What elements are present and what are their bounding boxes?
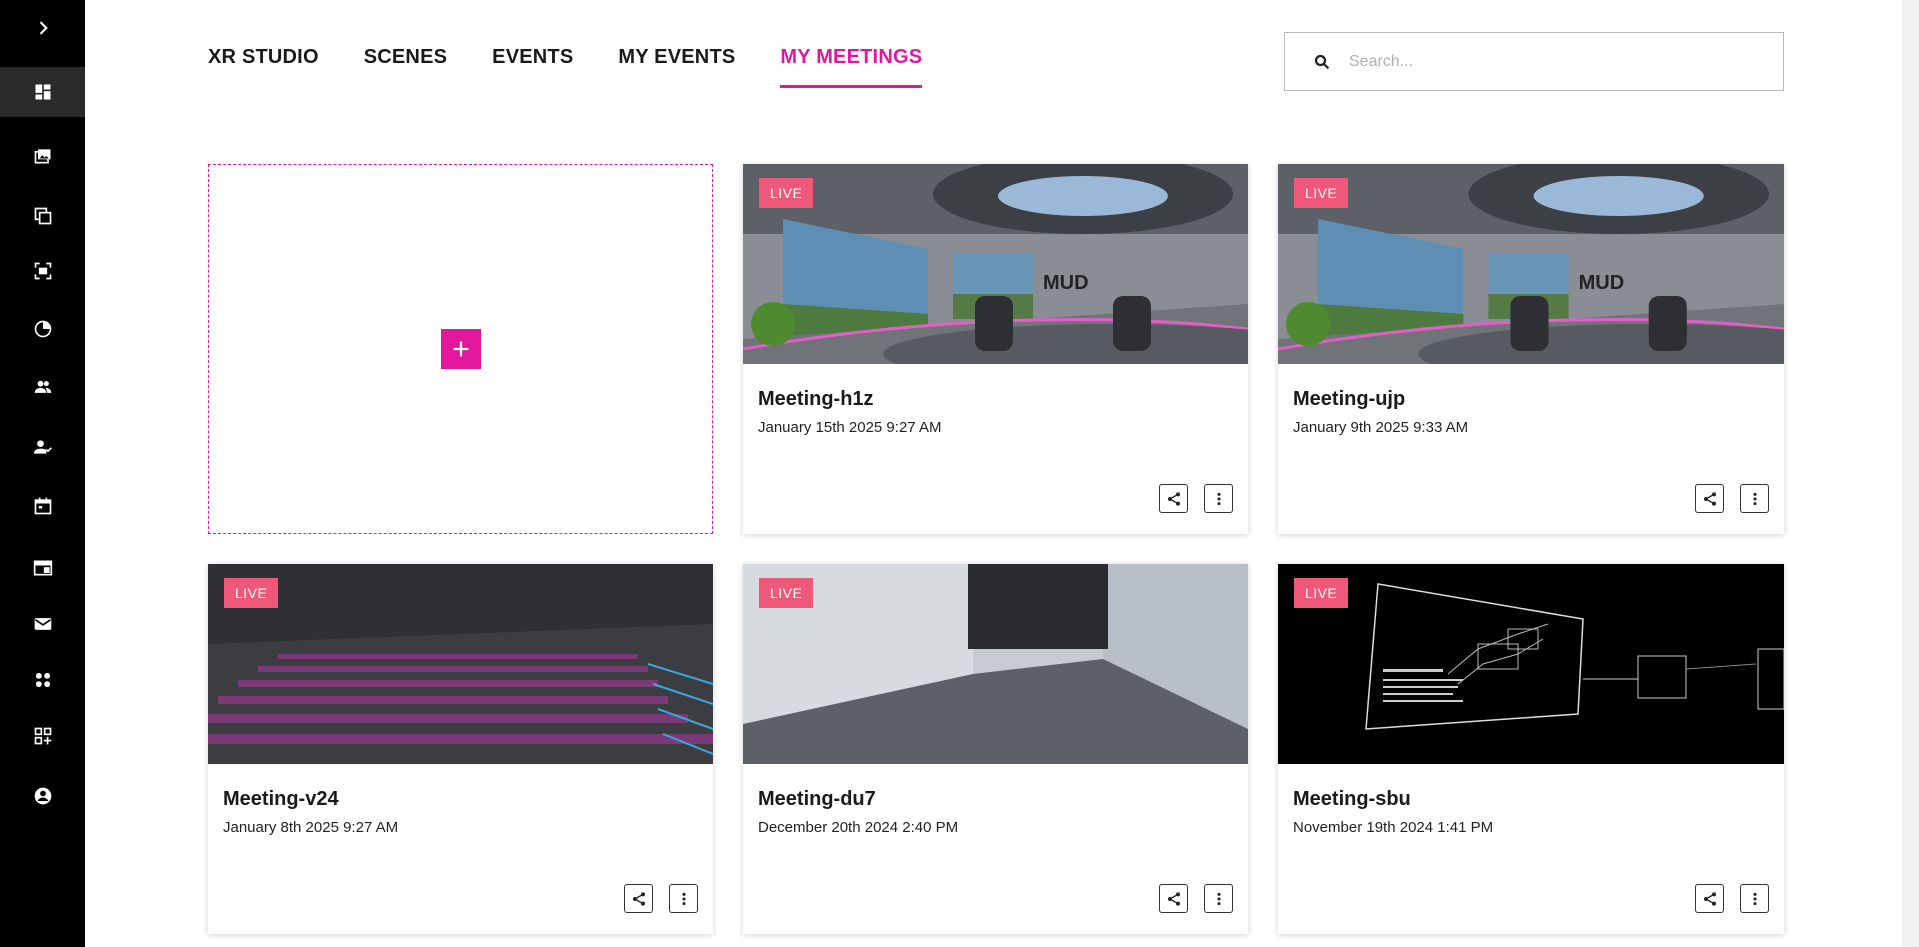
- more-vertical-icon: [1216, 892, 1221, 905]
- live-badge: LIVE: [759, 178, 814, 208]
- more-vertical-icon: [1216, 492, 1221, 505]
- more-vertical-icon: [681, 892, 686, 905]
- more-options-button[interactable]: [1204, 884, 1233, 913]
- svg-text:MUD: MUD: [1579, 272, 1625, 294]
- mail-icon[interactable]: [0, 599, 85, 649]
- apps-icon[interactable]: [0, 655, 85, 705]
- scrollbar[interactable]: [1902, 0, 1919, 947]
- share-icon: [1703, 891, 1716, 906]
- more-options-button[interactable]: [669, 884, 698, 913]
- more-options-button[interactable]: [1204, 484, 1233, 513]
- card-actions: [624, 884, 698, 913]
- share-button[interactable]: [1695, 484, 1724, 513]
- share-button[interactable]: [1159, 484, 1188, 513]
- meeting-date: January 15th 2025 9:27 AM: [758, 419, 942, 436]
- meetings-grid: MUD LIVE Meeting-h1z January 15th 2025 9…: [208, 164, 1784, 934]
- svg-text:MUD: MUD: [1043, 272, 1089, 294]
- share-button[interactable]: [1159, 884, 1188, 913]
- meeting-title: Meeting-h1z: [758, 388, 874, 410]
- pie-chart-icon[interactable]: [0, 304, 85, 354]
- tab-my-events[interactable]: MY EVENTS: [618, 46, 735, 88]
- card-actions: [1695, 484, 1769, 513]
- live-badge: LIVE: [1294, 178, 1349, 208]
- tab-my-meetings[interactable]: MY MEETINGS: [780, 46, 923, 88]
- dashboard-icon[interactable]: [0, 67, 85, 117]
- meeting-thumbnail: MUD LIVE: [1278, 164, 1784, 364]
- more-vertical-icon: [1752, 492, 1757, 505]
- more-options-button[interactable]: [1740, 884, 1769, 913]
- add-meeting-card[interactable]: [208, 164, 713, 534]
- calendar-icon[interactable]: [0, 481, 85, 531]
- meeting-title: Meeting-du7: [758, 788, 876, 810]
- search-input[interactable]: [1349, 52, 1769, 71]
- add-meeting-button[interactable]: [440, 329, 481, 369]
- people-icon[interactable]: [0, 362, 85, 412]
- share-icon: [1167, 891, 1180, 906]
- account-icon[interactable]: [0, 771, 85, 821]
- sidebar: [0, 0, 85, 947]
- meeting-title: Meeting-sbu: [1293, 788, 1411, 810]
- share-icon: [1167, 491, 1180, 506]
- meeting-thumbnail: MUD LIVE: [743, 164, 1248, 364]
- meeting-title: Meeting-ujp: [1293, 388, 1406, 410]
- share-icon: [632, 891, 645, 906]
- search-box: [1284, 32, 1784, 91]
- meeting-date: November 19th 2024 1:41 PM: [1293, 819, 1494, 836]
- meeting-date: December 20th 2024 2:40 PM: [758, 819, 959, 836]
- meeting-date: January 9th 2025 9:33 AM: [1293, 419, 1469, 436]
- meeting-card[interactable]: MUD LIVE Meeting-ujp January 9th 2025 9:…: [1278, 164, 1784, 534]
- meeting-date: January 8th 2025 9:27 AM: [223, 819, 399, 836]
- meeting-card[interactable]: LIVE Meeting-du7 December 20th 2024 2:40…: [743, 564, 1248, 934]
- meeting-title: Meeting-v24: [223, 788, 339, 810]
- live-badge: LIVE: [759, 578, 814, 608]
- copy-icon[interactable]: [0, 191, 85, 241]
- gallery-icon[interactable]: [0, 131, 85, 181]
- meeting-card[interactable]: MUD LIVE Meeting-h1z January 15th 2025 9…: [743, 164, 1248, 534]
- plus-icon: [453, 341, 468, 357]
- tab-scenes[interactable]: SCENES: [364, 46, 447, 88]
- layout-icon[interactable]: [0, 543, 85, 593]
- share-button[interactable]: [1695, 884, 1724, 913]
- live-badge: LIVE: [1294, 578, 1349, 608]
- more-vertical-icon: [1752, 892, 1757, 905]
- meeting-thumbnail: LIVE: [208, 564, 713, 764]
- share-icon: [1703, 491, 1716, 506]
- share-button[interactable]: [624, 884, 653, 913]
- meeting-thumbnail: LIVE: [743, 564, 1248, 764]
- tab-xr-studio[interactable]: XR STUDIO: [208, 46, 319, 88]
- chevron-right-icon[interactable]: [0, 3, 85, 53]
- card-actions: [1159, 884, 1233, 913]
- more-options-button[interactable]: [1740, 484, 1769, 513]
- add-grid-icon[interactable]: [0, 711, 85, 761]
- meeting-card[interactable]: LIVE Meeting-sbu November 19th 2024 1:41…: [1278, 564, 1784, 934]
- card-actions: [1695, 884, 1769, 913]
- live-badge: LIVE: [224, 578, 279, 608]
- meeting-card[interactable]: LIVE Meeting-v24 January 8th 2025 9:27 A…: [208, 564, 713, 934]
- scan-icon[interactable]: [0, 246, 85, 296]
- tab-events[interactable]: EVENTS: [492, 46, 573, 88]
- meeting-thumbnail: LIVE: [1278, 564, 1784, 764]
- user-check-icon[interactable]: [0, 422, 85, 472]
- top-nav: XR STUDIO SCENES EVENTS MY EVENTS MY MEE…: [208, 46, 923, 88]
- search-icon: [1314, 54, 1330, 69]
- card-actions: [1159, 484, 1233, 513]
